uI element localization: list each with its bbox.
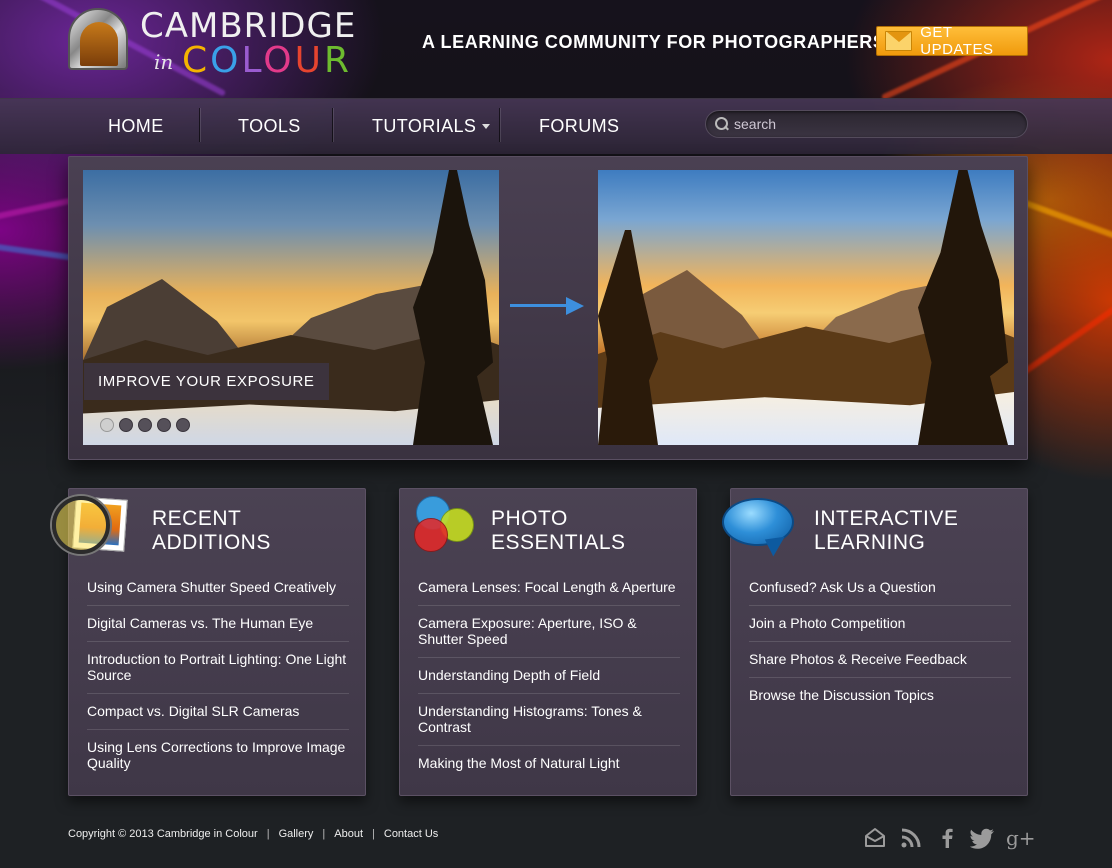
footer-link-contact[interactable]: Contact Us — [384, 828, 438, 840]
list-item[interactable]: Introduction to Portrait Lighting: One L… — [87, 642, 349, 694]
slider-dot-3[interactable] — [138, 418, 152, 432]
list-item[interactable]: Using Camera Shutter Speed Creatively — [87, 569, 349, 606]
list-item[interactable]: Understanding Histograms: Tones & Contra… — [418, 694, 680, 746]
get-updates-button[interactable]: GET UPDATES — [876, 24, 1028, 58]
nav-divider — [499, 108, 500, 142]
card-list: Camera Lenses: Focal Length & Aperture C… — [418, 569, 680, 781]
card-list: Confused? Ask Us a Question Join a Photo… — [749, 569, 1011, 713]
list-item[interactable]: Join a Photo Competition — [749, 606, 1011, 642]
list-item[interactable]: Camera Lenses: Focal Length & Aperture — [418, 569, 680, 606]
logo-text-colour: COLOUR — [182, 40, 352, 81]
nav-divider — [332, 108, 333, 142]
card-list: Using Camera Shutter Speed Creatively Di… — [87, 569, 349, 781]
twitter-icon[interactable] — [969, 826, 996, 852]
list-item[interactable]: Share Photos & Receive Feedback — [749, 642, 1011, 678]
magnifier-photo-icon — [52, 496, 132, 556]
card-title: RECENT ADDITIONS — [152, 507, 271, 554]
list-item[interactable]: Browse the Discussion Topics — [749, 678, 1011, 713]
facebook-icon[interactable] — [934, 826, 960, 852]
search-icon — [714, 116, 730, 132]
get-updates-label: GET UPDATES — [920, 24, 994, 58]
speech-bubble-icon — [722, 498, 796, 558]
slider-dot-1[interactable] — [100, 418, 114, 432]
envelope-icon[interactable] — [862, 826, 888, 852]
footer: Copyright © 2013 Cambridge in Colour | G… — [68, 828, 439, 840]
svg-text:g+: g+ — [1006, 826, 1034, 850]
slide-photo-after — [598, 170, 1014, 445]
slide-photo-before — [83, 170, 499, 445]
search-input[interactable] — [734, 116, 1014, 132]
arrow-right-icon — [510, 296, 584, 316]
rgb-circles-icon — [412, 494, 478, 556]
social-links: g+ — [862, 826, 1036, 852]
list-item[interactable]: Digital Cameras vs. The Human Eye — [87, 606, 349, 642]
caret-down-icon — [482, 123, 491, 129]
slide-caption[interactable]: IMPROVE YOUR EXPOSURE — [84, 363, 329, 400]
footer-link-about[interactable]: About — [334, 828, 363, 840]
nav-item-home[interactable]: HOME — [108, 98, 164, 154]
nav-item-tools[interactable]: TOOLS — [238, 98, 301, 154]
site-tagline: A LEARNING COMMUNITY FOR PHOTOGRAPHERS — [422, 32, 886, 52]
search-box[interactable] — [705, 110, 1028, 138]
card-title: INTERACTIVE LEARNING — [814, 507, 959, 554]
card-title: PHOTO ESSENTIALS — [491, 507, 626, 554]
google-plus-icon[interactable]: g+ — [1006, 826, 1036, 852]
list-item[interactable]: Making the Most of Natural Light — [418, 746, 680, 781]
nav-item-forums[interactable]: FORUMS — [539, 98, 619, 154]
slider-dot-4[interactable] — [157, 418, 171, 432]
logo-window-icon — [68, 8, 128, 70]
list-item[interactable]: Confused? Ask Us a Question — [749, 569, 1011, 606]
footer-link-gallery[interactable]: Gallery — [279, 828, 314, 840]
list-item[interactable]: Camera Exposure: Aperture, ISO & Shutter… — [418, 606, 680, 658]
list-item[interactable]: Using Lens Corrections to Improve Image … — [87, 730, 349, 781]
envelope-icon — [885, 31, 913, 51]
slider-pagination — [100, 418, 190, 432]
rss-icon[interactable] — [898, 826, 924, 852]
list-item[interactable]: Understanding Depth of Field — [418, 658, 680, 694]
copyright-text: Copyright © 2013 Cambridge in Colour — [68, 828, 258, 840]
site-logo[interactable]: CAMBRIDGE in COLOUR — [68, 6, 388, 81]
nav-item-tutorials[interactable]: TUTORIALS — [372, 98, 491, 154]
nav-divider — [199, 108, 200, 142]
list-item[interactable]: Compact vs. Digital SLR Cameras — [87, 694, 349, 730]
logo-text-in: in — [154, 50, 174, 74]
slider-dot-2[interactable] — [119, 418, 133, 432]
slider-dot-5[interactable] — [176, 418, 190, 432]
